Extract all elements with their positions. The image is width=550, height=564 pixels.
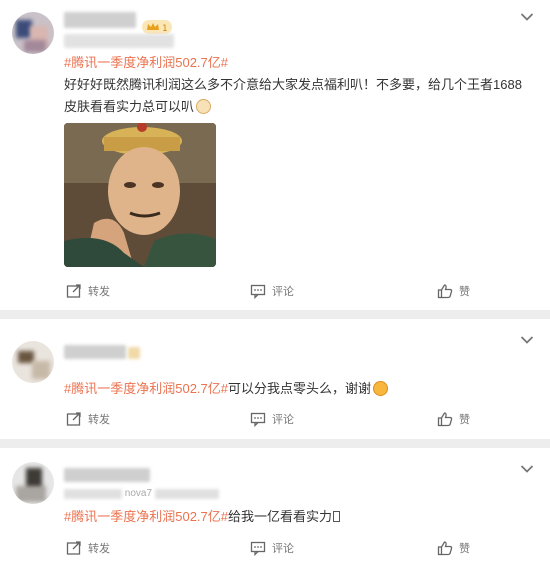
post-meta: nova7 [64, 488, 219, 502]
repost-label: 转发 [88, 414, 110, 426]
post-text: #腾讯一季度净利润502.7亿#给我一亿看看实力 [64, 506, 532, 528]
post-image[interactable] [64, 123, 216, 267]
topic-link[interactable]: #腾讯一季度净利润502.7亿# [64, 509, 228, 524]
comment-icon [250, 412, 266, 427]
avatar[interactable] [12, 12, 54, 54]
post-body: 给我一亿看看实力 [228, 509, 333, 524]
emoji-cat-icon [196, 99, 212, 114]
chevron-down-icon[interactable] [520, 464, 534, 474]
comment-label: 评论 [272, 543, 294, 555]
like-button[interactable]: 赞 [437, 411, 470, 427]
post-body: 可以分我点零头么，谢谢 [228, 381, 372, 396]
chevron-down-icon[interactable] [520, 335, 534, 345]
repost-icon [66, 541, 81, 555]
like-label: 赞 [459, 286, 470, 298]
post-actions: 转发 评论 赞 [0, 540, 550, 562]
repost-label: 转发 [88, 543, 110, 555]
repost-label: 转发 [88, 286, 110, 298]
repost-icon [66, 412, 81, 426]
username-blurred[interactable] [64, 12, 136, 28]
device-label: nova7 [124, 488, 153, 499]
topic-link[interactable]: #腾讯一季度净利润502.7亿# [64, 381, 228, 396]
username-blurred[interactable] [64, 468, 150, 482]
missing-glyph-icon [333, 511, 341, 522]
comment-button[interactable]: 评论 [250, 283, 294, 299]
like-label: 赞 [459, 414, 470, 426]
like-icon [437, 284, 453, 299]
comment-icon [250, 284, 266, 299]
comment-label: 评论 [272, 286, 294, 298]
topic-link[interactable]: #腾讯一季度净利润502.7亿# [64, 52, 532, 74]
comment-icon [250, 541, 266, 556]
crown-badge-icon: 1 [142, 20, 172, 34]
post-text: #腾讯一季度净利润502.7亿# 好好好既然腾讯利润这么多不介意给大家发点福利叭… [64, 52, 532, 118]
post-card-3: nova7 #腾讯一季度净利润502.7亿#给我一亿看看实力 转发 评论 赞 [0, 448, 550, 564]
repost-button[interactable]: 转发 [66, 411, 110, 427]
post-text: #腾讯一季度净利润502.7亿#可以分我点零头么，谢谢 [64, 378, 532, 400]
chevron-down-icon[interactable] [520, 12, 534, 22]
post-body: 好好好既然腾讯利润这么多不介意给大家发点福利叭！不多要，给几个王者1688皮肤看… [64, 77, 522, 114]
avatar[interactable] [12, 462, 54, 504]
badge-blurred [128, 347, 140, 359]
avatar[interactable] [12, 341, 54, 383]
post-actions: 转发 评论 赞 [0, 283, 550, 305]
username-blurred[interactable] [64, 345, 126, 359]
like-button[interactable]: 赞 [437, 283, 470, 299]
repost-button[interactable]: 转发 [66, 540, 110, 556]
post-card-1: 1 #腾讯一季度净利润502.7亿# 好好好既然腾讯利润这么多不介意给大家发点福… [0, 0, 550, 310]
post-card-2: #腾讯一季度净利润502.7亿#可以分我点零头么，谢谢 转发 评论 赞 [0, 319, 550, 439]
like-button[interactable]: 赞 [437, 540, 470, 556]
like-label: 赞 [459, 543, 470, 555]
repost-icon [66, 284, 81, 298]
post-actions: 转发 评论 赞 [0, 411, 550, 433]
comment-button[interactable]: 评论 [250, 540, 294, 556]
post-meta-blurred [64, 34, 174, 48]
emoji-blush-icon [373, 381, 389, 396]
like-icon [437, 412, 453, 427]
svg-text:1: 1 [162, 24, 168, 34]
comment-label: 评论 [272, 414, 294, 426]
repost-button[interactable]: 转发 [66, 283, 110, 299]
like-icon [437, 541, 453, 556]
comment-button[interactable]: 评论 [250, 411, 294, 427]
